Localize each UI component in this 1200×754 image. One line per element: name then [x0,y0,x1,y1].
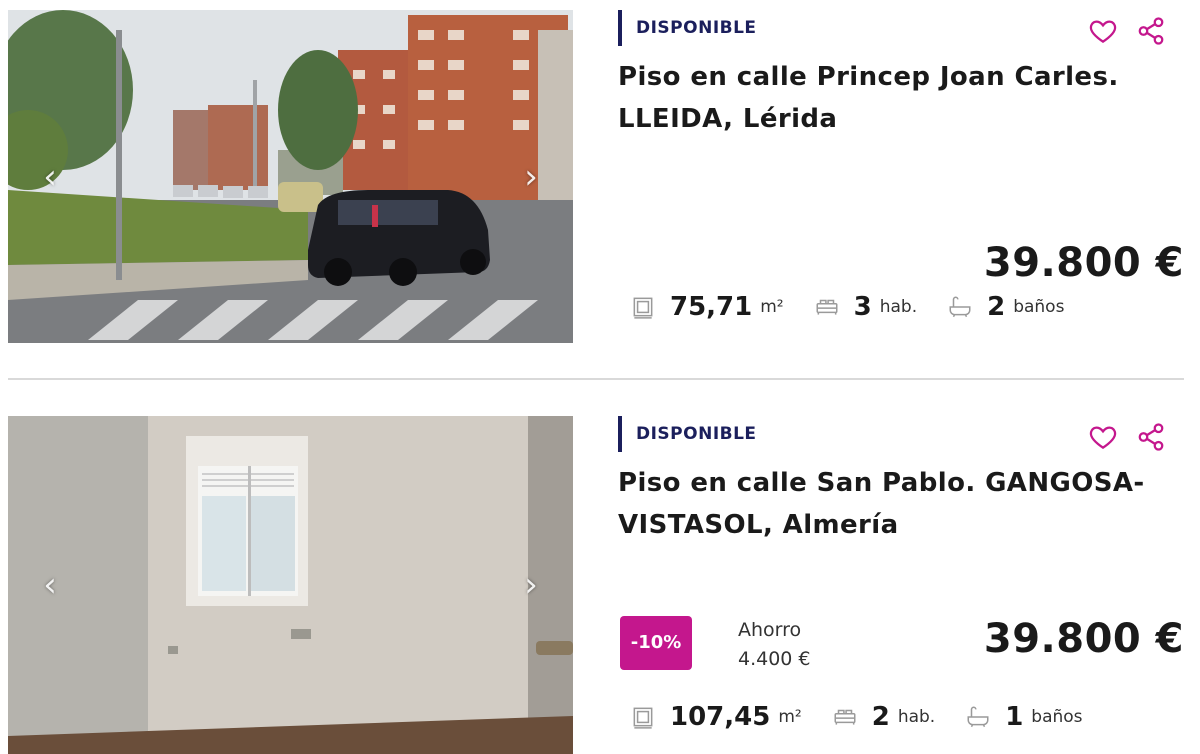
area-value: 75,71 [670,292,753,322]
listing-info: DISPONIBLE Piso en calle Princep Joan Ca… [618,0,1184,378]
saving-info: Ahorro 4.400 € [738,616,811,674]
listing-features: 75,71 m² 3 hab. 2 baños [630,292,1094,322]
room-photo [8,416,573,754]
area-icon [633,297,653,319]
bed-icon [816,299,838,315]
listing-card[interactable]: ‹ › DISPONIBLE Piso en calle Princep Joa… [0,0,1200,378]
listing-card[interactable]: ‹ › DISPONIBLE Piso en calle San Pablo. … [0,410,1200,754]
rooms-value: 3 [853,292,872,322]
listing-actions [1088,16,1166,46]
feature-baths: 2 baños [947,292,1064,322]
share-icon[interactable] [1136,16,1166,46]
listing-info: DISPONIBLE Piso en calle San Pablo. GANG… [618,410,1184,754]
feature-area: 75,71 m² [630,292,784,322]
area-unit: m² [778,707,802,727]
rooms-unit: hab. [879,297,918,317]
feature-rooms: 3 hab. [814,292,917,322]
heart-icon[interactable] [1088,16,1118,46]
baths-unit: baños [1013,297,1065,317]
chevron-right-icon[interactable]: › [517,157,545,197]
saving-label: Ahorro [738,619,802,641]
baths-value: 2 [987,292,1006,322]
listing-photo[interactable]: ‹ › [8,416,573,754]
street-photo [8,10,573,343]
listing-actions [1088,422,1166,452]
feature-rooms: 2 hab. [832,702,935,732]
discount-badge: -10% [620,616,692,670]
bathtub-icon [967,706,989,728]
listing-price: 39.800 € [983,240,1184,286]
area-value: 107,45 [670,702,771,732]
rooms-unit: hab. [897,707,936,727]
listing-divider [8,378,1184,380]
chevron-left-icon[interactable]: ‹ [36,157,64,197]
listing-features: 107,45 m² 2 hab. 1 baños [630,702,1113,732]
saving-amount: 4.400 € [738,648,811,670]
listing-photo[interactable]: ‹ › [8,10,573,343]
baths-value: 1 [1005,702,1024,732]
listing-title[interactable]: Piso en calle Princep Joan Carles. LLEID… [618,56,1158,140]
heart-icon[interactable] [1088,422,1118,452]
share-icon[interactable] [1136,422,1166,452]
bathtub-icon [949,296,971,318]
baths-unit: baños [1031,707,1083,727]
rooms-value: 2 [871,702,890,732]
area-unit: m² [760,297,784,317]
bed-icon [834,709,856,725]
area-icon [633,707,653,729]
feature-baths: 1 baños [965,702,1083,732]
chevron-right-icon[interactable]: › [517,565,545,605]
status-badge: DISPONIBLE [618,10,757,46]
chevron-left-icon[interactable]: ‹ [36,565,64,605]
listing-title[interactable]: Piso en calle San Pablo. GANGOSA-VISTASO… [618,462,1158,546]
status-badge: DISPONIBLE [618,416,757,452]
listing-price: 39.800 € [983,616,1184,662]
feature-area: 107,45 m² [630,702,802,732]
